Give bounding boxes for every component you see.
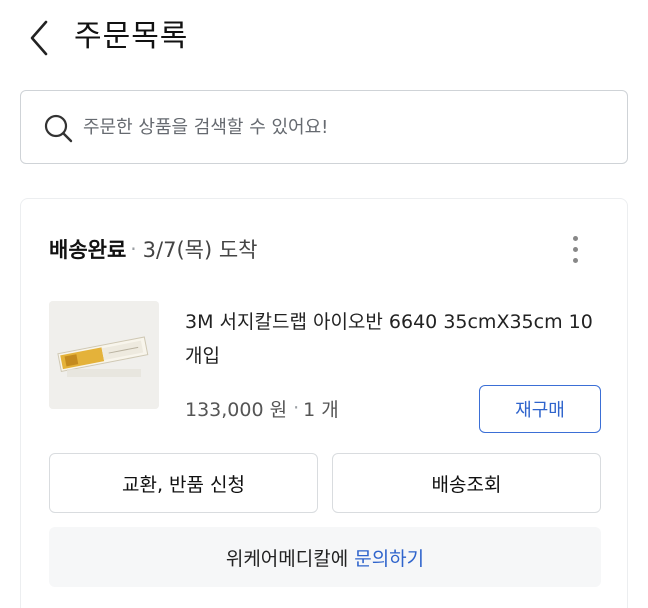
search-icon <box>44 114 73 143</box>
order-status-row: 배송완료 · 3/7(목) 도착 <box>49 233 257 265</box>
delivery-status: 배송완료 <box>49 238 127 262</box>
seller-inquiry-bar: 위케어메디칼에 문의하기 <box>49 527 601 587</box>
header: 주문목록 <box>0 0 648 78</box>
track-delivery-button[interactable]: 배송조회 <box>332 453 601 513</box>
more-vertical-icon[interactable] <box>567 233 585 267</box>
separator-dot: · <box>130 237 137 261</box>
search-input[interactable] <box>83 107 603 147</box>
product-name[interactable]: 3M 서지칼드랩 아이오반 6640 35cmX35cm 10개입 <box>185 305 605 373</box>
exchange-return-button[interactable]: 교환, 반품 신청 <box>49 453 318 513</box>
inquiry-link[interactable]: 문의하기 <box>354 544 424 571</box>
product-image[interactable] <box>49 301 159 409</box>
separator-dot: · <box>293 397 300 419</box>
seller-name: 위케어메디칼에 <box>225 547 349 570</box>
reorder-button[interactable]: 재구매 <box>479 385 601 433</box>
order-card: 배송완료 · 3/7(목) 도착 3M 서지칼드랩 아이오반 6640 35cm… <box>20 198 628 608</box>
product-quantity: 1 개 <box>303 398 339 421</box>
chevron-left-icon[interactable] <box>26 18 54 58</box>
delivery-date: 3/7(목) 도착 <box>142 238 258 262</box>
page-title: 주문목록 <box>74 19 189 54</box>
price-row: 133,000 원 · 1 개 <box>185 392 339 424</box>
search-bar[interactable] <box>20 90 628 164</box>
product-price: 133,000 원 <box>185 398 288 421</box>
